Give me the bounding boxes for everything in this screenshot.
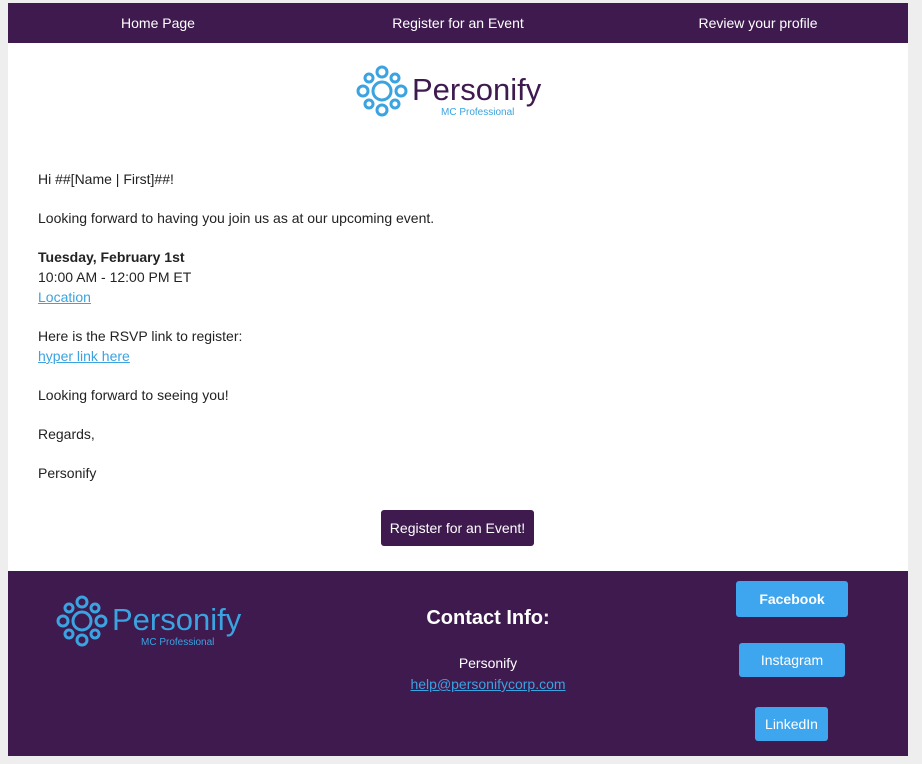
footer-flower-icon (56, 595, 108, 647)
event-date: Tuesday, February 1st (38, 249, 185, 265)
facebook-button[interactable]: Facebook (736, 581, 848, 617)
greeting: Hi ##[Name | First]##! (38, 171, 174, 187)
rsvp-block: Here is the RSVP link to register: hyper… (38, 326, 434, 366)
footer: Personify MC Professional Contact Info: … (8, 571, 908, 756)
event-details: Tuesday, February 1st 10:00 AM - 12:00 P… (38, 247, 434, 307)
contact-email-link[interactable]: help@personifycorp.com (410, 676, 565, 692)
nav-register-event[interactable]: Register for an Event (308, 15, 608, 31)
nav-home-page[interactable]: Home Page (8, 15, 308, 31)
contact-name: Personify (458, 655, 518, 671)
email-frame: Home Page Register for an Event Review y… (8, 3, 908, 756)
regards-text: Regards, (38, 426, 95, 442)
contact-email: help@personifycorp.com (388, 676, 588, 692)
linkedin-button[interactable]: LinkedIn (755, 707, 828, 741)
rsvp-link[interactable]: hyper link here (38, 348, 130, 364)
rsvp-text: Here is the RSVP link to register: (38, 328, 243, 344)
closing-text: Looking forward to seeing you! (38, 387, 229, 403)
footer-logo-wordmark: Personify (112, 602, 242, 637)
nav-review-profile[interactable]: Review your profile (608, 15, 908, 31)
location-link[interactable]: Location (38, 289, 91, 305)
instagram-button[interactable]: Instagram (739, 643, 845, 677)
register-event-button[interactable]: Register for an Event! (381, 510, 534, 546)
contact-info-title: Contact Info: (426, 607, 550, 629)
flower-icon (356, 65, 408, 117)
signature-text: Personify (38, 465, 97, 481)
email-body: Hi ##[Name | First]##! Looking forward t… (38, 169, 434, 502)
personify-logo: Personify MC Professional (356, 65, 542, 118)
logo-wordmark: Personify (412, 72, 542, 107)
footer-logo-tagline: MC Professional (141, 637, 214, 648)
logo-tagline: MC Professional (441, 107, 514, 118)
event-time: 10:00 AM - 12:00 PM ET (38, 269, 192, 285)
email-content: Personify MC Professional Hi ##[Name | F… (8, 43, 908, 571)
intro-text: Looking forward to having you join us as… (38, 210, 435, 226)
top-nav: Home Page Register for an Event Review y… (8, 3, 908, 43)
footer-personify-logo: Personify MC Professional (56, 595, 242, 648)
